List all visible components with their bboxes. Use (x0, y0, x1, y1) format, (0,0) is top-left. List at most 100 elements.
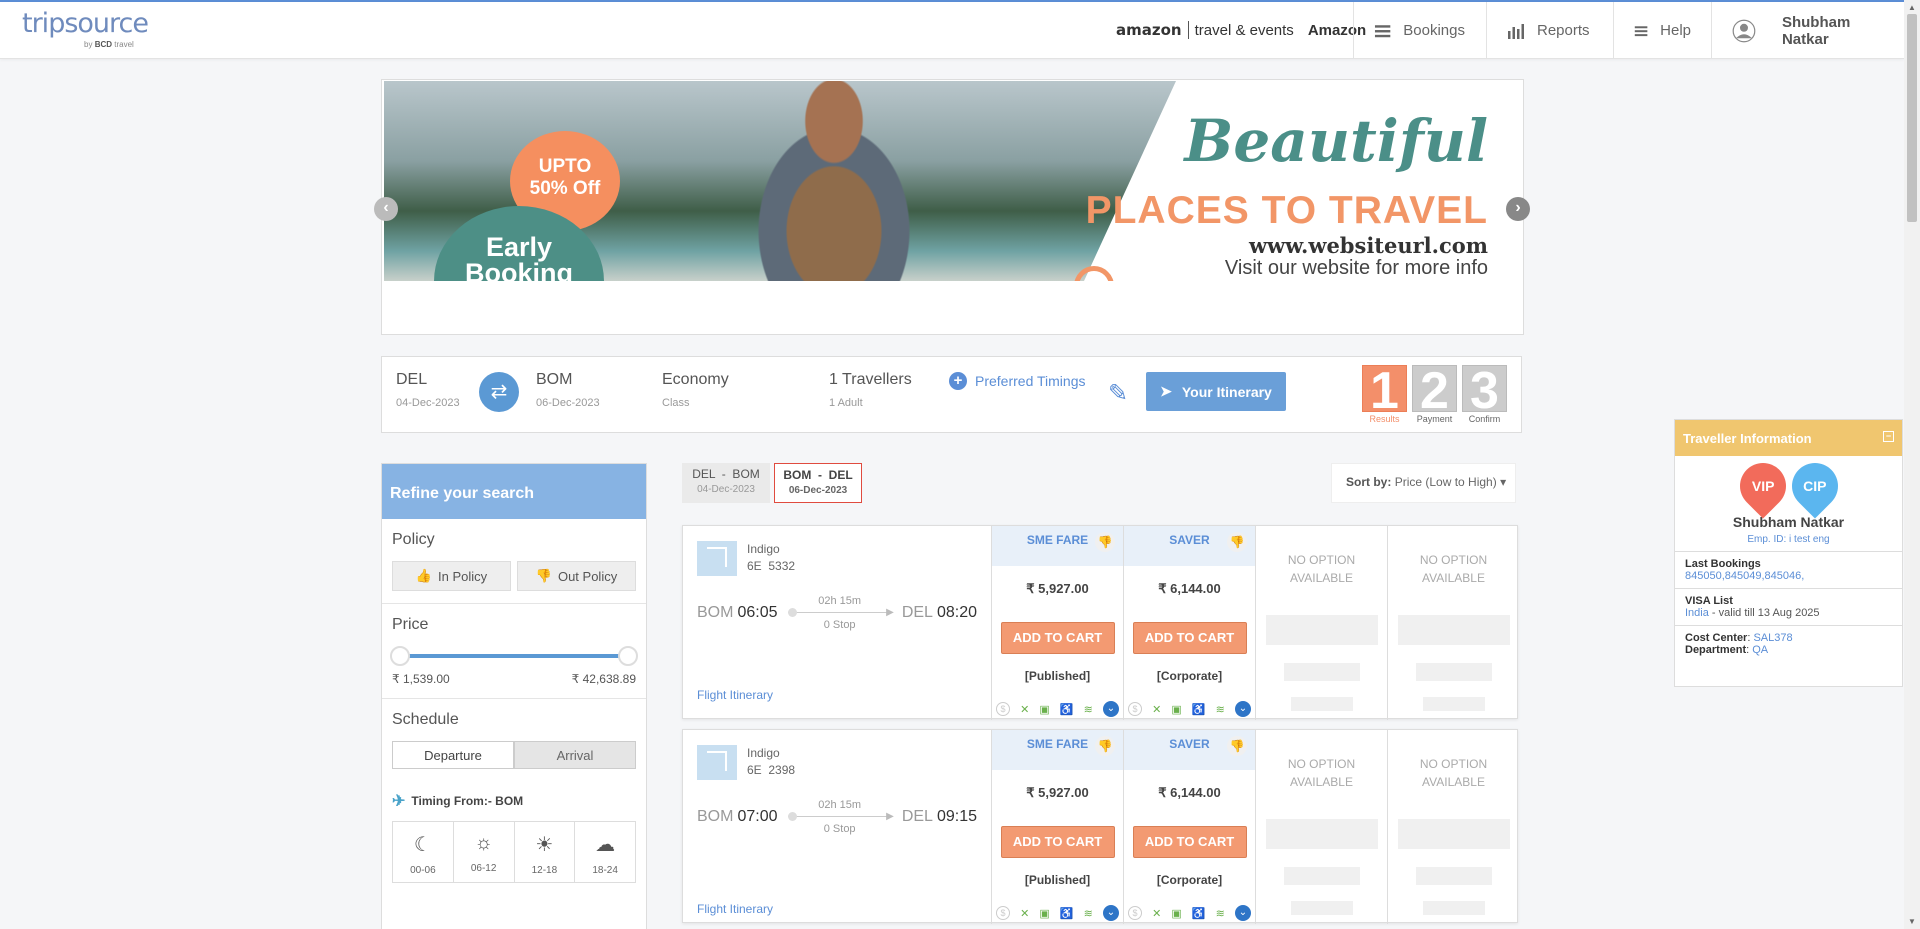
swap-icon[interactable]: ⇄ (479, 372, 519, 412)
fare-price: ₹ 6,144.00 (1158, 785, 1221, 800)
dollar-icon[interactable]: $ (1128, 702, 1142, 716)
tripsource-logo[interactable]: tripsource by BCD travel (22, 8, 149, 49)
origin-block[interactable]: DEL 04-Dec-2023 (396, 371, 460, 409)
placeholder-block (1397, 819, 1510, 849)
timing-from: ✈ Timing From:- BOM (392, 793, 524, 810)
price-min-handle[interactable] (390, 646, 410, 666)
arrival-tab[interactable]: Arrival (514, 741, 636, 769)
carousel-next-icon[interactable]: › (1506, 197, 1530, 221)
wifi-icon: ≋ (1083, 907, 1093, 920)
no-option-label: NO OPTION AVAILABLE (1287, 553, 1356, 585)
flight-itinerary-link[interactable]: Flight Itinerary (697, 902, 773, 916)
cost-center-value[interactable]: SAL378 (1753, 632, 1792, 644)
no-option-label: NO OPTION AVAILABLE (1419, 553, 1488, 585)
placeholder-block (1290, 697, 1353, 711)
travellers-value: 1 Travellers (829, 371, 912, 388)
user-name: Shubham Natkar (1781, 13, 1851, 48)
add-to-cart-button[interactable]: ADD TO CART (1000, 622, 1115, 654)
out-policy-button[interactable]: 👎 Out Policy (517, 561, 636, 591)
banner-cta-text: Visit our website for more info (1224, 257, 1488, 279)
meal-icon: ✕ (1020, 703, 1030, 716)
fare-type: [Corporate] (1156, 873, 1223, 887)
arrival-time: 09:15 (936, 808, 977, 825)
policy-section: Policy 👍 In Policy 👎 Out Policy (382, 519, 646, 604)
fare-option: SAVER 👎 ₹ 6,144.00 ADD TO CART [Corporate… (1123, 730, 1255, 924)
airplane-icon: ✈ (392, 793, 406, 810)
add-to-cart-button[interactable]: ADD TO CART (1132, 826, 1247, 858)
fare-name: SME FARE (1026, 533, 1089, 547)
user-menu[interactable]: Shubham Natkar (1711, 2, 1904, 59)
last-bookings-links[interactable]: 845050,845049,845046, (1685, 570, 1804, 582)
dollar-icon[interactable]: $ (1128, 906, 1142, 920)
nav-label: Help (1660, 22, 1691, 39)
sunrise-icon: ☼ (474, 832, 493, 854)
price-slider[interactable] (390, 646, 638, 666)
travellers-block[interactable]: 1 Travellers 1 Adult (829, 371, 912, 409)
page-scrollbar[interactable]: ▲ ▼ (1904, 0, 1920, 929)
destination-block[interactable]: BOM 06-Dec-2023 (536, 371, 600, 409)
banner-headline: Beautiful (1184, 107, 1488, 175)
travellers-detail: 1 Adult (829, 397, 863, 409)
search-summary: DEL 04-Dec-2023 ⇄ BOM 06-Dec-2023 Econom… (381, 356, 1522, 433)
carousel-prev-icon[interactable]: ‹ (374, 197, 398, 221)
banner-url: www.websiteurl.com (1248, 233, 1488, 258)
baggage-icon: ▣ (1171, 907, 1182, 920)
scroll-up-icon[interactable]: ▲ (1908, 3, 1916, 12)
tab-del-bom[interactable]: DEL - BOM 04-Dec-2023 (682, 463, 770, 503)
nav-label: Reports (1537, 22, 1590, 39)
chevron-down-icon[interactable]: ⌄ (1102, 905, 1119, 921)
add-to-cart-button[interactable]: ADD TO CART (1132, 622, 1247, 654)
dollar-icon[interactable]: $ (996, 906, 1010, 920)
chevron-down-icon[interactable]: ⌄ (1234, 701, 1251, 717)
slot-18-24[interactable]: ☁ 18-24 (575, 822, 635, 882)
promo-banner[interactable]: UPTO 50% Off Early Booking Beautiful PLACE… (381, 79, 1524, 335)
fare-name: SAVER (1169, 533, 1210, 547)
in-policy-button[interactable]: 👍 In Policy (392, 561, 511, 591)
scrollbar-thumb[interactable] (1907, 14, 1917, 222)
cip-badge: CIP (1781, 453, 1848, 519)
cost-center-info: Cost Center: SAL378 Department: QA (1675, 625, 1902, 662)
price-max-handle[interactable] (618, 646, 638, 666)
flight-number: 6E 2398 (747, 763, 796, 777)
placeholder-block (1422, 901, 1485, 915)
department-value[interactable]: QA (1752, 644, 1768, 656)
sort-value: Price (Low to High) (1394, 475, 1497, 489)
scroll-down-icon[interactable]: ▼ (1908, 917, 1916, 926)
flight-duration: ▶ 02h 15m 0 Stop (787, 595, 894, 631)
fare-amenities: $ ✕ ▣ ♿ ≋ ⌄ (1128, 701, 1251, 717)
nav-bookings[interactable]: Bookings (1353, 2, 1485, 59)
fare-amenities: $ ✕ ▣ ♿ ≋ ⌄ (996, 701, 1119, 717)
sort-dropdown[interactable]: Sort by: Price (Low to High) ▾ (1331, 463, 1516, 503)
your-itinerary-button[interactable]: ➤ Your Itinerary (1146, 372, 1286, 411)
placeholder-block (1290, 901, 1353, 915)
preferred-timings-link[interactable]: + Preferred Timings (949, 372, 1085, 390)
sun-icon: ☀ (535, 834, 554, 856)
visa-country[interactable]: India (1685, 607, 1709, 619)
add-to-cart-button[interactable]: ADD TO CART (1000, 826, 1115, 858)
collapse-icon[interactable]: − (1883, 431, 1894, 442)
chevron-down-icon[interactable]: ⌄ (1234, 905, 1251, 921)
edit-search-icon[interactable]: ✎ (1108, 379, 1128, 408)
dollar-icon[interactable]: $ (996, 702, 1010, 716)
fare-type: [Published] (1024, 873, 1091, 887)
nav-reports[interactable]: Reports (1486, 2, 1613, 59)
slot-00-06[interactable]: ☾ 00-06 (393, 822, 454, 882)
menu-icon (1374, 24, 1391, 37)
nav-help[interactable]: Help (1613, 2, 1711, 59)
slot-12-18[interactable]: ☀ 12-18 (515, 822, 576, 882)
class-block[interactable]: Economy Class (662, 371, 729, 409)
departure-tab[interactable]: Departure (392, 741, 514, 769)
airline-logo (697, 745, 737, 780)
arrival-airport: DEL (901, 604, 933, 621)
fare-type: [Corporate] (1156, 669, 1223, 683)
step-confirm: 3 Confirm (1462, 365, 1507, 424)
airline-name: Indigo (747, 746, 780, 760)
chevron-down-icon[interactable]: ⌄ (1102, 701, 1119, 717)
traveller-name: Shubham Natkar (1732, 514, 1845, 530)
slot-06-12[interactable]: ☼ 06-12 (454, 822, 515, 882)
tab-bom-del[interactable]: BOM - DEL 06-Dec-2023 (774, 463, 862, 503)
placeholder-block (1283, 867, 1360, 885)
flight-itinerary-link[interactable]: Flight Itinerary (697, 688, 773, 702)
vip-badge: VIP (1729, 453, 1796, 519)
arrival-airport: DEL (901, 808, 933, 825)
